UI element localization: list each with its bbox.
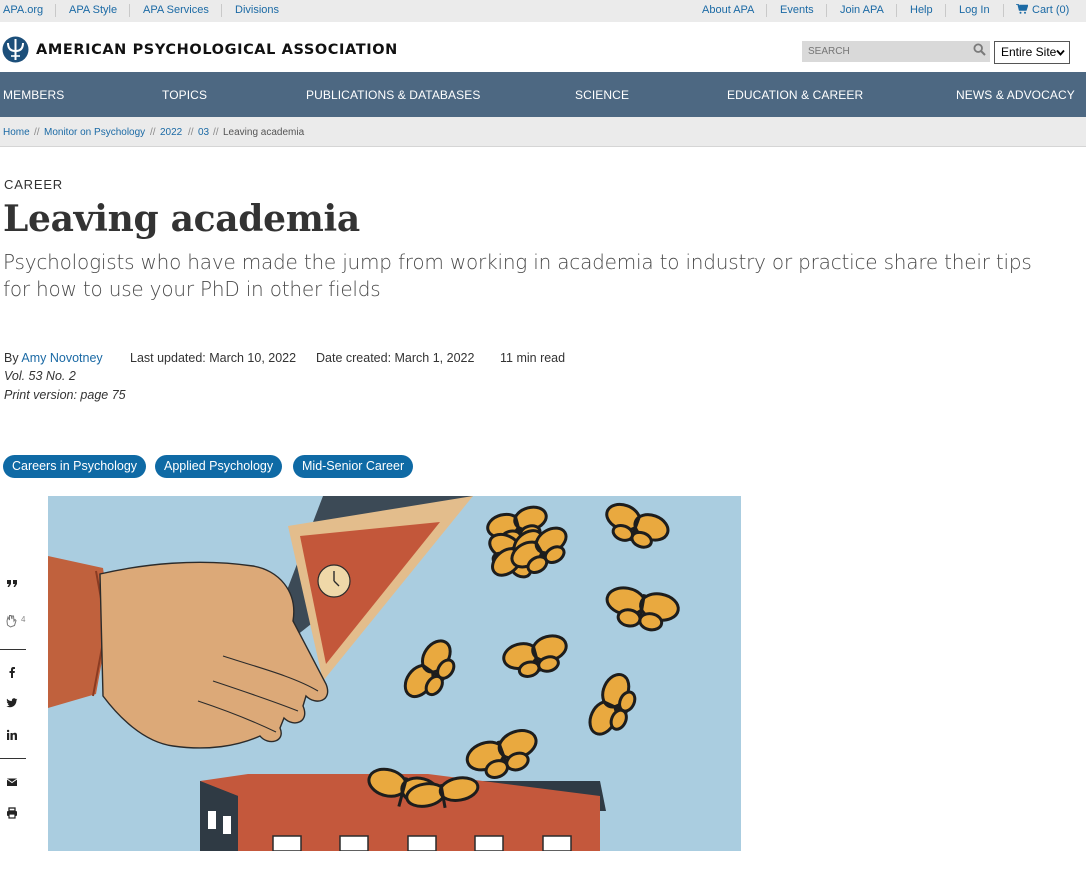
page-title: Leaving academia	[3, 198, 360, 240]
print-icon[interactable]	[6, 807, 18, 819]
author-link[interactable]: Amy Novotney	[21, 351, 102, 365]
email-icon[interactable]	[6, 776, 18, 788]
utility-link-apa-org[interactable]: APA.org	[3, 4, 43, 16]
twitter-icon[interactable]	[6, 697, 18, 709]
tag-applied-psychology[interactable]: Applied Psychology	[155, 455, 283, 478]
hero-illustration	[48, 496, 741, 851]
divider	[945, 4, 946, 17]
utility-link-events[interactable]: Events	[780, 4, 814, 16]
utility-bar: APA.org APA Style APA Services Divisions…	[0, 0, 1086, 22]
utility-link-about-apa[interactable]: About APA	[702, 4, 754, 16]
utility-link-apa-services[interactable]: APA Services	[143, 4, 209, 16]
print-version: Print version: page 75	[4, 388, 126, 402]
apa-logo-icon[interactable]	[2, 36, 29, 63]
breadcrumb-monitor[interactable]: Monitor on Psychology	[44, 127, 145, 138]
site-logo-text[interactable]: AMERICAN PSYCHOLOGICAL ASSOCIATION	[36, 42, 398, 58]
site-header: AMERICAN PSYCHOLOGICAL ASSOCIATION Entir…	[0, 22, 1086, 72]
article-kicker: CAREER	[4, 177, 63, 192]
breadcrumb-separator: //	[213, 127, 219, 138]
nav-item-topics[interactable]: TOPICS	[162, 88, 207, 102]
hero-artwork	[48, 496, 741, 851]
search-scope-value: Entire Site	[1001, 45, 1057, 59]
nav-item-publications[interactable]: PUBLICATIONS & DATABASES	[306, 88, 480, 102]
chevron-down-icon	[1056, 49, 1065, 56]
divider	[221, 4, 222, 17]
quote-icon[interactable]	[6, 577, 18, 589]
cart-icon	[1016, 4, 1028, 14]
search-scope-select[interactable]: Entire Site	[994, 41, 1070, 64]
divider	[1003, 4, 1004, 17]
breadcrumb-separator: //	[34, 127, 40, 138]
linkedin-icon[interactable]	[6, 729, 18, 741]
cart-label: Cart (0)	[1032, 4, 1070, 16]
breadcrumb-separator: //	[150, 127, 156, 138]
divider	[0, 649, 26, 650]
article-subtitle: Psychologists who have made the jump fro…	[3, 250, 1032, 301]
date-created: Date created: March 1, 2022	[316, 351, 475, 365]
tag-careers-in-psychology[interactable]: Careers in Psychology	[3, 455, 147, 478]
breadcrumb-separator: //	[188, 127, 194, 138]
byline: By Amy Novotney	[4, 351, 103, 365]
breadcrumb-home[interactable]: Home	[3, 127, 30, 138]
divider	[0, 758, 26, 759]
byline-prefix: By	[4, 351, 19, 365]
nav-item-news-advocacy[interactable]: NEWS & ADVOCACY	[956, 88, 1075, 102]
divider	[826, 4, 827, 17]
search-input[interactable]	[802, 41, 990, 62]
volume-info: Vol. 53 No. 2	[4, 369, 76, 383]
breadcrumb-month[interactable]: 03	[198, 127, 209, 138]
divider	[896, 4, 897, 17]
utility-link-divisions[interactable]: Divisions	[235, 4, 279, 16]
breadcrumb-current: Leaving academia	[223, 127, 305, 138]
utility-link-help[interactable]: Help	[910, 4, 933, 16]
divider	[129, 4, 130, 17]
facebook-icon[interactable]	[6, 666, 18, 678]
breadcrumb: Home // Monitor on Psychology // 2022 //…	[0, 117, 1086, 147]
search-icon[interactable]	[973, 43, 986, 56]
divider	[766, 4, 767, 17]
breadcrumb-year[interactable]: 2022	[160, 127, 182, 138]
clap-icon[interactable]	[4, 613, 18, 628]
nav-item-education-career[interactable]: EDUCATION & CAREER	[727, 88, 863, 102]
divider	[55, 4, 56, 17]
nav-item-science[interactable]: SCIENCE	[575, 88, 629, 102]
tag-mid-senior-career[interactable]: Mid-Senior Career	[293, 455, 414, 478]
main-nav: MEMBERS TOPICS PUBLICATIONS & DATABASES …	[0, 72, 1086, 117]
clap-count: 4	[21, 615, 26, 624]
utility-link-join-apa[interactable]: Join APA	[840, 4, 884, 16]
read-time: 11 min read	[500, 351, 566, 365]
last-updated: Last updated: March 10, 2022	[130, 351, 297, 365]
utility-link-log-in[interactable]: Log In	[959, 4, 990, 16]
cart-link[interactable]: Cart (0)	[1016, 4, 1069, 16]
nav-item-members[interactable]: MEMBERS	[3, 88, 64, 102]
utility-link-apa-style[interactable]: APA Style	[69, 4, 117, 16]
